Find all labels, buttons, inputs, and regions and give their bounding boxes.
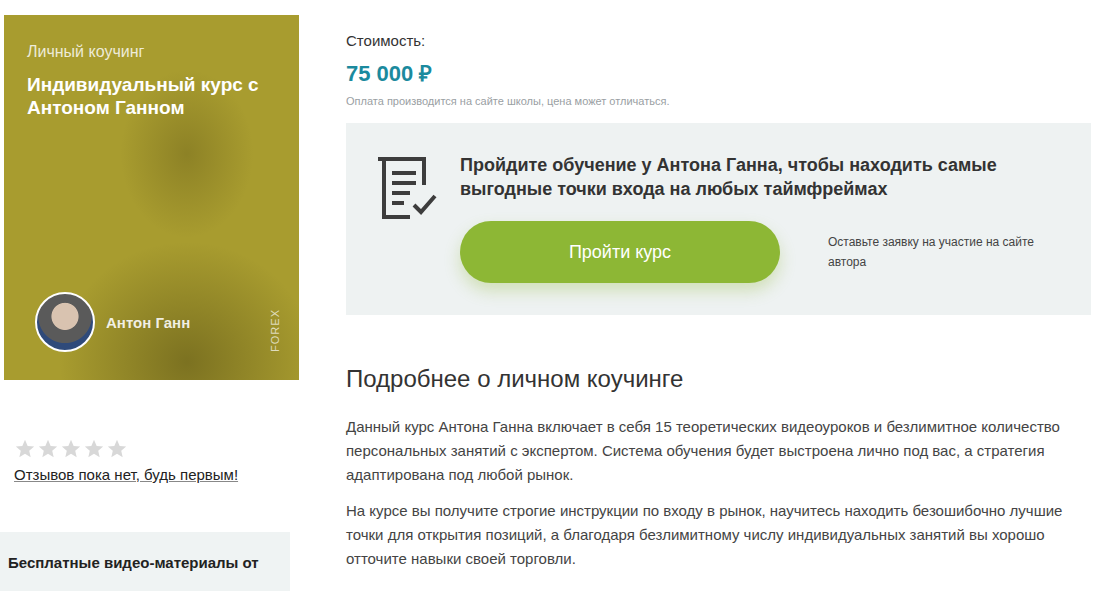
cta-text: Пройдите обучение у Антона Ганна, чтобы … (460, 153, 1060, 201)
author-name: Антон Ганн (106, 314, 258, 331)
card-category: Личный коучинг (27, 43, 281, 61)
star-icon[interactable] (106, 438, 128, 460)
course-page: Личный коучинг Индивидуальный курс с Анто… (0, 0, 1104, 591)
free-materials-title: Бесплатные видео-материалы от (8, 554, 282, 571)
course-card[interactable]: Личный коучинг Индивидуальный курс с Анто… (4, 15, 299, 380)
star-icon[interactable] (60, 438, 82, 460)
cta-note: Оставьте заявку на участие на сайте авто… (828, 232, 1058, 272)
stars[interactable] (14, 438, 299, 460)
market-label: FOREX (269, 309, 281, 352)
star-icon[interactable] (37, 438, 59, 460)
price-label: Стоимость: (346, 32, 1091, 49)
left-column: Личный коучинг Индивидуальный курс с Анто… (4, 0, 299, 591)
cta-box: Пройдите обучение у Антона Ганна, чтобы … (346, 123, 1091, 315)
price-value: 75 000 ₽ (346, 57, 1091, 87)
details-paragraph: На курсе вы получите строгие инструкции … (346, 499, 1091, 571)
details-paragraph: Данный курс Антона Ганна включает в себя… (346, 415, 1091, 487)
main-column: Стоимость: 75 000 ₽ Оплата производится на… (346, 0, 1091, 591)
details-heading: Подробнее о личном коучинге (346, 365, 1091, 393)
price-note: Оплата производится на сайте школы, цена… (346, 95, 1091, 107)
author-avatar (35, 292, 95, 352)
star-icon[interactable] (14, 438, 36, 460)
take-course-button[interactable]: Пройти курс (460, 221, 780, 283)
reviews-link[interactable]: Отзывов пока нет, будь первым! (14, 466, 238, 483)
free-materials-box: Бесплатные видео-материалы от (0, 532, 290, 591)
document-check-icon (376, 155, 440, 221)
star-icon[interactable] (83, 438, 105, 460)
card-title: Индивидуальный курс с Антоном Ганном (27, 73, 281, 119)
rating: Отзывов пока нет, будь первым! (4, 438, 299, 484)
